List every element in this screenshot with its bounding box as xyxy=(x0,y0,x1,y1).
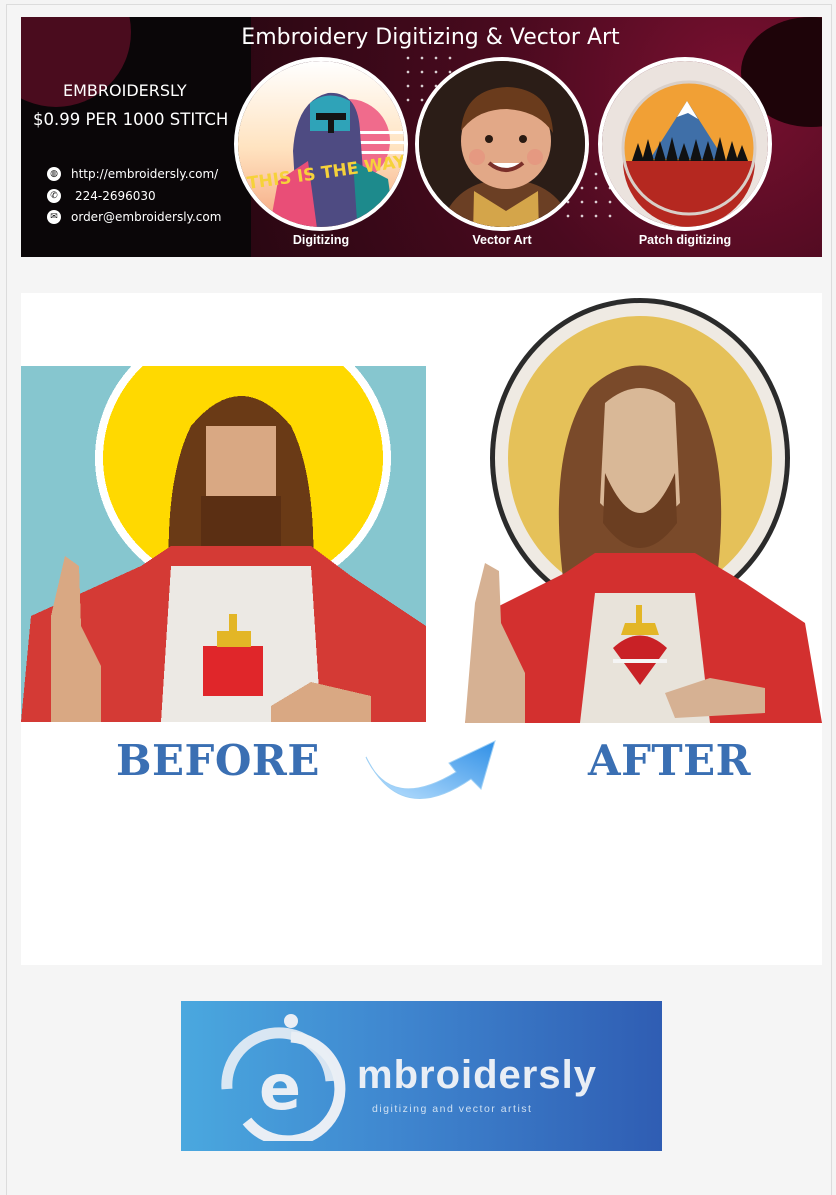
contact-website[interactable]: ◍ http://embroidersly.com/ xyxy=(47,167,218,181)
before-after-card: BEFORE AFTER xyxy=(21,293,822,965)
before-label: BEFORE xyxy=(116,736,320,785)
service-label-vector-art: Vector Art xyxy=(472,233,532,247)
contact-email[interactable]: ✉ order@embroidersly.com xyxy=(47,210,221,224)
mountain-patch-illustration xyxy=(602,61,768,227)
digitizing-image: THIS IS THE WAY xyxy=(234,57,408,231)
mail-icon: ✉ xyxy=(47,210,61,224)
curved-arrow-icon xyxy=(365,740,496,799)
service-label-digitizing: Digitizing xyxy=(292,233,350,247)
banner-title: Embroidery Digitizing & Vector Art xyxy=(241,25,620,50)
phone-icon: ✆ xyxy=(47,189,61,203)
header-banner: Embroidery Digitizing & Vector Art EMBRO… xyxy=(21,17,822,257)
contact-phone[interactable]: ✆ 224-2696030 xyxy=(47,189,156,203)
vector-art-image xyxy=(415,57,589,231)
website-link[interactable]: http://embroidersly.com/ xyxy=(71,167,218,181)
embroidered-portrait xyxy=(445,293,822,723)
pixelated-portrait xyxy=(21,366,426,722)
logo-mark-icon: e xyxy=(221,1014,346,1141)
logo-wordmark: mbroidersly xyxy=(357,1053,597,1097)
before-image xyxy=(21,366,426,722)
armored-figure-illustration: THIS IS THE WAY xyxy=(238,61,404,227)
brand-name: EMBROIDERSLY xyxy=(63,81,187,100)
phone-number[interactable]: 224-2696030 xyxy=(71,189,156,203)
patch-digitizing-image xyxy=(598,57,772,231)
price-text: $0.99 PER 1000 STITCH xyxy=(33,110,229,129)
logo-tagline: digitizing and vector artist xyxy=(372,1103,533,1115)
service-label-patch: Patch digitizing xyxy=(638,233,732,247)
embroidersly-logo[interactable]: e mbroidersly digitizing and vector arti… xyxy=(181,1001,662,1151)
after-image xyxy=(445,293,822,723)
after-label: AFTER xyxy=(588,736,752,785)
email-link[interactable]: order@embroidersly.com xyxy=(71,210,221,224)
globe-icon: ◍ xyxy=(47,167,61,181)
child-portrait-illustration xyxy=(419,61,585,227)
logo-letter: e xyxy=(259,1051,301,1124)
